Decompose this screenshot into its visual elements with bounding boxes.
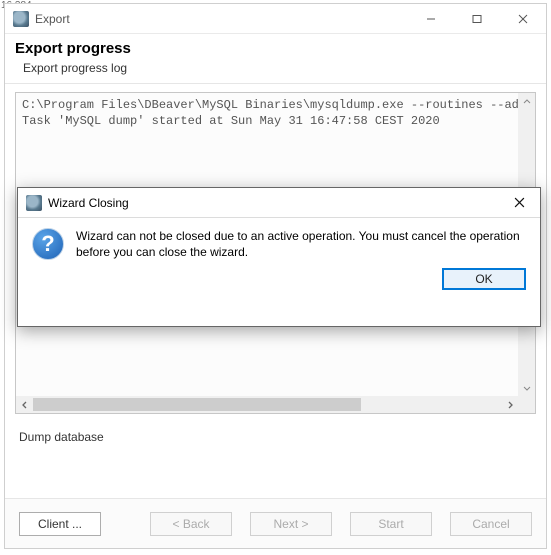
dialog-title: Wizard Closing: [48, 196, 498, 210]
scroll-down-icon[interactable]: [518, 379, 535, 396]
window-title: Export: [35, 12, 408, 26]
export-window: Export Export progress Export progress l…: [4, 3, 547, 549]
question-icon: ?: [32, 228, 64, 260]
dialog-body: ? Wizard can not be closed due to an act…: [18, 218, 540, 262]
next-button[interactable]: Next >: [250, 512, 332, 536]
wizard-closing-dialog: Wizard Closing ? Wizard can not be close…: [17, 187, 541, 327]
ok-button[interactable]: OK: [442, 268, 526, 290]
page-header: Export progress: [5, 34, 546, 61]
dialog-titlebar: Wizard Closing: [18, 188, 540, 218]
horizontal-scroll-track[interactable]: [33, 396, 501, 413]
dialog-footer: OK: [18, 262, 540, 290]
operation-label: Dump database: [5, 414, 546, 444]
minimize-button[interactable]: [408, 4, 454, 34]
scroll-left-icon[interactable]: [16, 396, 33, 413]
log-text: C:\Program Files\DBeaver\MySQL Binaries\…: [16, 93, 535, 133]
dialog-app-icon: [26, 195, 42, 211]
page-title: Export progress: [15, 40, 536, 57]
scroll-right-icon[interactable]: [501, 396, 518, 413]
horizontal-scroll-thumb[interactable]: [33, 398, 361, 411]
cancel-button[interactable]: Cancel: [450, 512, 532, 536]
scroll-up-icon[interactable]: [518, 93, 535, 110]
close-window-button[interactable]: [500, 4, 546, 34]
scroll-corner: [518, 396, 535, 413]
dialog-close-button[interactable]: [498, 188, 540, 218]
horizontal-scrollbar[interactable]: [16, 396, 535, 413]
client-button[interactable]: Client ...: [19, 512, 101, 536]
page-subtitle: Export progress log: [5, 61, 546, 83]
app-icon: [13, 11, 29, 27]
start-button[interactable]: Start: [350, 512, 432, 536]
maximize-button[interactable]: [454, 4, 500, 34]
titlebar: Export: [5, 4, 546, 34]
back-button[interactable]: < Back: [150, 512, 232, 536]
dialog-message: Wizard can not be closed due to an activ…: [76, 228, 526, 260]
footer-button-bar: Client ... < Back Next > Start Cancel: [5, 498, 546, 548]
